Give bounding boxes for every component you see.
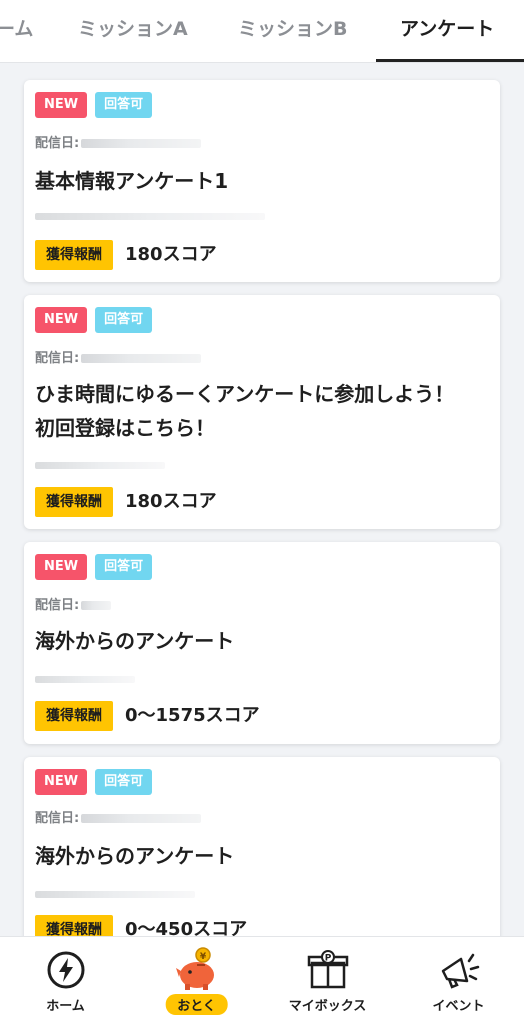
svg-text:¥: ¥ — [199, 952, 206, 962]
reward-row: 獲得報酬 180スコア — [35, 240, 217, 270]
nav-label: マイボックス — [288, 999, 367, 1014]
card-badges: NEW 回答可 — [35, 92, 160, 118]
status-badge: 回答可 — [95, 769, 153, 795]
tab-survey[interactable]: アンケート — [400, 0, 494, 62]
svg-text:P: P — [324, 954, 331, 964]
reward-row: 獲得報酬 180スコア — [35, 487, 217, 517]
tab-home[interactable]: ーム — [0, 0, 33, 62]
piggy-bank-icon: ¥ — [173, 947, 221, 995]
redacted-subtext — [35, 213, 265, 220]
gift-box-icon: P — [306, 949, 350, 995]
survey-title: ひま時間にゆるーくアンケートに参加しよう！初回登録はこちら！ — [35, 382, 455, 440]
redacted-subtext — [35, 676, 135, 683]
redacted-date — [81, 814, 202, 823]
reward-row: 獲得報酬 0〜1575スコア — [35, 701, 260, 731]
status-badge: 回答可 — [95, 554, 153, 580]
megaphone-icon — [437, 949, 481, 995]
delivery-date: 配信日: — [35, 807, 202, 826]
survey-title: 海外からのアンケート — [35, 844, 235, 868]
bottom-navigation: ホーム ¥ おとく P マイボックス イベント — [0, 936, 524, 1025]
reward-label: 獲得報酬 — [35, 487, 113, 517]
status-badge: 回答可 — [95, 307, 153, 333]
survey-card[interactable]: NEW 回答可 配信日: 海外からのアンケート 獲得報酬 0〜450スコア — [24, 757, 500, 957]
survey-card[interactable]: NEW 回答可 配信日: 基本情報アンケート1 獲得報酬 180スコア — [24, 80, 500, 282]
tab-mission-a[interactable]: ミッションA — [78, 0, 188, 62]
nav-label: イベント — [432, 999, 485, 1014]
redacted-date — [81, 139, 202, 148]
tab-mission-b[interactable]: ミッションB — [238, 0, 347, 62]
new-badge: NEW — [35, 769, 88, 795]
reward-value: 180スコア — [125, 491, 217, 512]
delivery-date: 配信日: — [35, 132, 202, 151]
redacted-subtext — [35, 891, 195, 898]
nav-event[interactable]: イベント — [393, 937, 524, 1025]
delivery-date: 配信日: — [35, 594, 112, 613]
reward-value: 0〜1575スコア — [125, 705, 260, 726]
reward-label: 獲得報酬 — [35, 240, 113, 270]
nav-home[interactable]: ホーム — [0, 937, 131, 1025]
card-badges: NEW 回答可 — [35, 769, 160, 795]
reward-value: 180スコア — [125, 244, 217, 265]
delivery-date: 配信日: — [35, 347, 202, 366]
card-badges: NEW 回答可 — [35, 554, 160, 580]
survey-card[interactable]: NEW 回答可 配信日: 海外からのアンケート 獲得報酬 0〜1575スコア — [24, 542, 500, 744]
survey-title: 海外からのアンケート — [35, 629, 235, 653]
nav-label: ホーム — [46, 999, 85, 1014]
new-badge: NEW — [35, 554, 88, 580]
status-badge: 回答可 — [95, 92, 153, 118]
redacted-subtext — [35, 462, 165, 469]
lightning-icon — [45, 949, 87, 995]
reward-label: 獲得報酬 — [35, 701, 113, 731]
nav-otoku[interactable]: ¥ おとく — [131, 937, 262, 1025]
top-tab-bar: ーム ミッションA ミッションB アンケート — [0, 0, 524, 63]
active-tab-indicator — [376, 59, 524, 62]
new-badge: NEW — [35, 307, 88, 333]
survey-title: 基本情報アンケート1 — [35, 169, 229, 193]
new-badge: NEW — [35, 92, 88, 118]
redacted-date — [81, 354, 202, 363]
nav-label-active: おとく — [165, 994, 228, 1015]
nav-mybox[interactable]: P マイボックス — [262, 937, 393, 1025]
card-badges: NEW 回答可 — [35, 307, 160, 333]
redacted-date — [81, 601, 112, 610]
survey-card[interactable]: NEW 回答可 配信日: ひま時間にゆるーくアンケートに参加しよう！初回登録はこち… — [24, 295, 500, 529]
